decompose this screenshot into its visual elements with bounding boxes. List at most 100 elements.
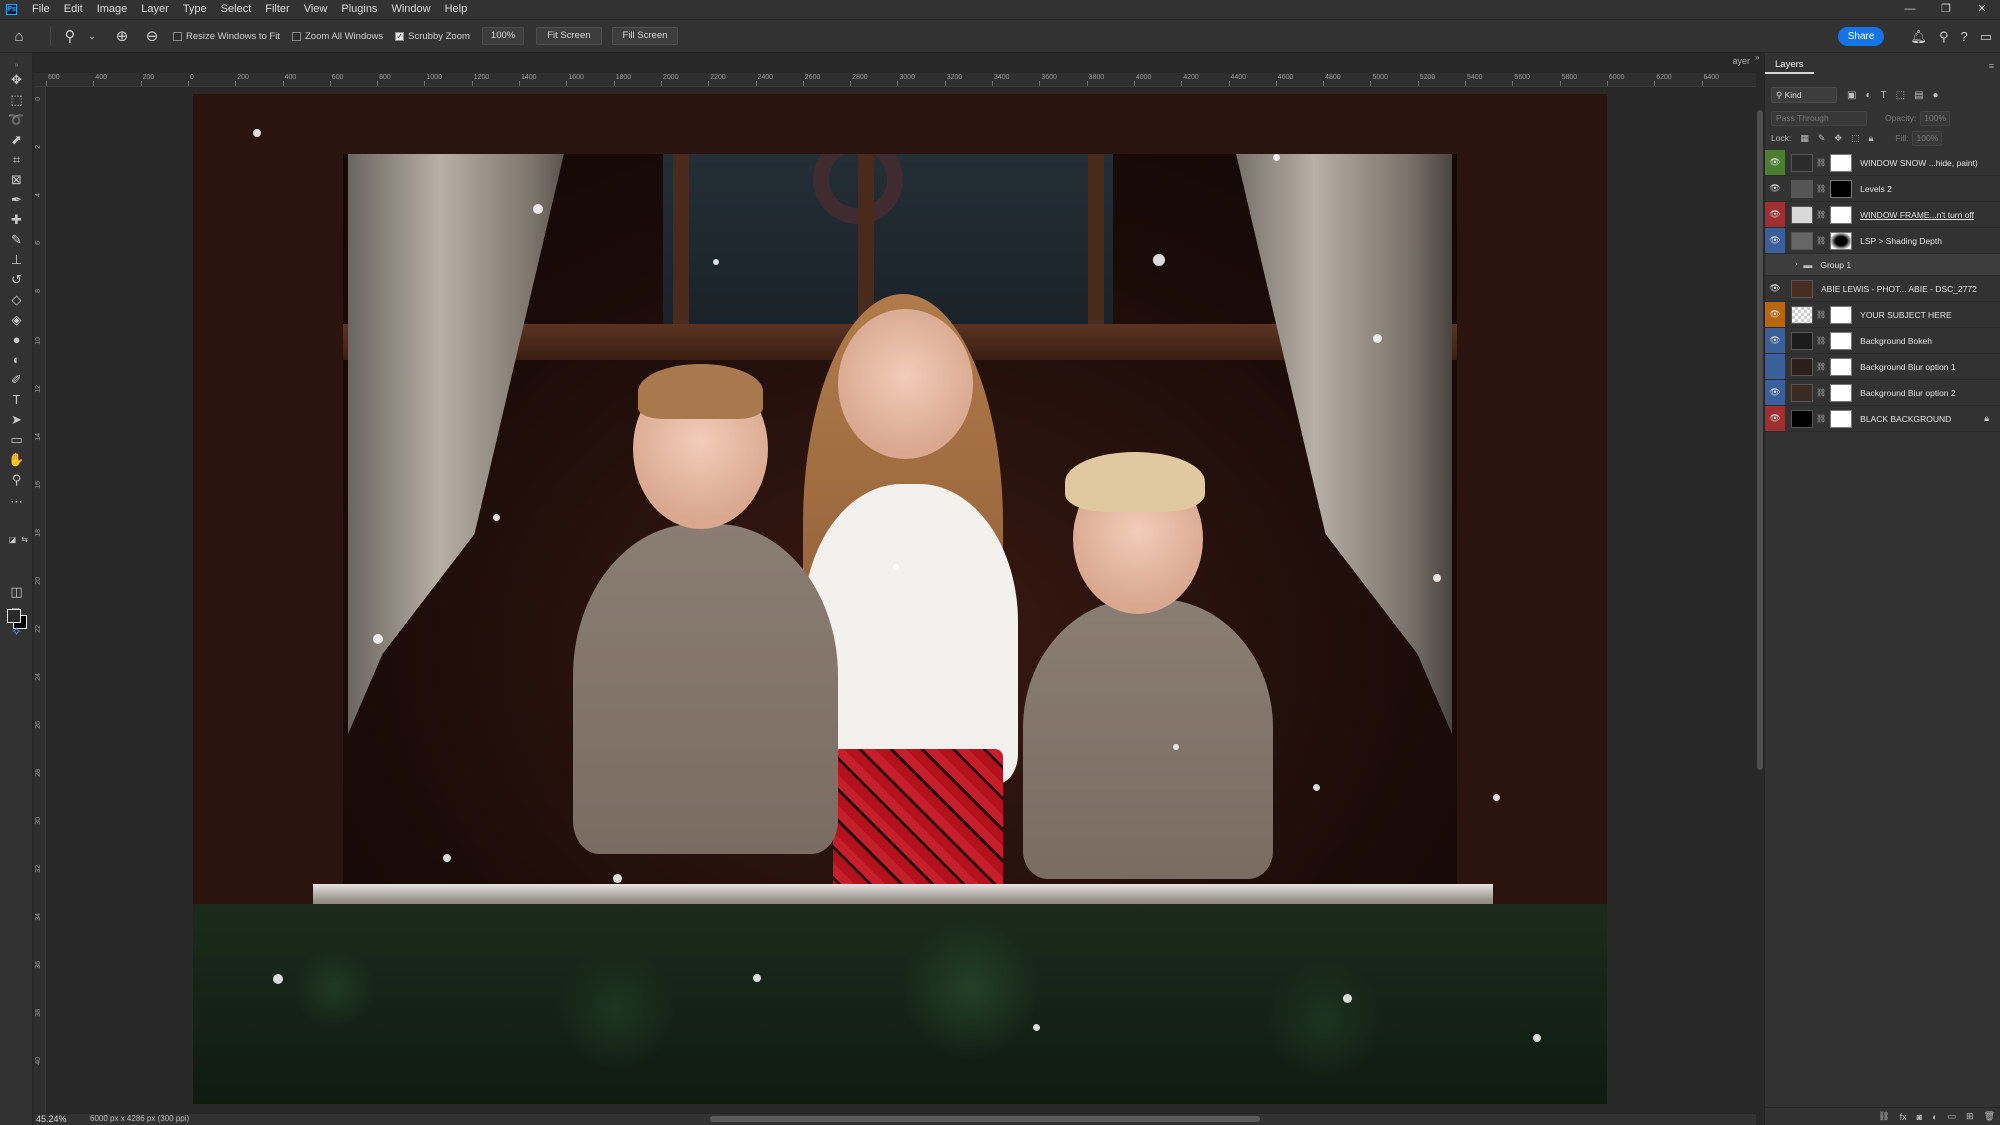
eye-icon[interactable]: 👁︎ <box>1769 235 1780 246</box>
pen-tool-icon[interactable]: ✐ <box>6 371 27 389</box>
mask-link-icon[interactable]: ⛓ <box>1816 236 1826 245</box>
frame-tool-icon[interactable]: ⊠ <box>6 171 27 189</box>
new-layer-icon[interactable]: ⊞ <box>1966 1111 1974 1122</box>
layer-row[interactable]: 👁︎ ⛓ Background Bokeh <box>1765 328 2000 354</box>
close-button[interactable]: ✕ <box>1964 0 2000 19</box>
layer-row[interactable]: 👁︎ ⛓ BLACK BACKGROUND 🔒︎ <box>1765 406 2000 432</box>
object-select-tool-icon[interactable]: ⬈ <box>6 131 27 149</box>
eyedropper-tool-icon[interactable]: ✒ <box>6 191 27 209</box>
opacity-field[interactable]: 100% <box>1920 110 1951 126</box>
layer-thumbnail[interactable] <box>1791 179 1813 198</box>
restore-button[interactable]: ❐ <box>1928 0 1964 19</box>
layer-mask-thumbnail[interactable] <box>1830 179 1853 198</box>
menu-image[interactable]: Image <box>90 0 135 19</box>
layer-row[interactable]: ⛓ Background Blur option 1 <box>1765 354 2000 380</box>
zoom-tool-icon[interactable]: ⚲ <box>61 27 79 45</box>
zoom-percent-field[interactable]: 100% <box>481 27 525 45</box>
bell-icon[interactable]: 🔔︎ <box>1910 29 1927 45</box>
layer-mask-thumbnail[interactable] <box>1830 409 1853 428</box>
eye-icon[interactable]: 👁︎ <box>1769 309 1780 320</box>
zoom-in-icon[interactable]: ⊕ <box>113 27 131 45</box>
menu-file[interactable]: File <box>25 0 57 19</box>
layer-name[interactable]: Background Blur option 1 <box>1860 362 1955 372</box>
layer-thumbnail[interactable] <box>1791 279 1813 298</box>
move-tool-icon[interactable]: ✥ <box>6 71 27 89</box>
type-tool-icon[interactable]: T <box>6 391 27 409</box>
layer-visibility-toggle[interactable]: 👁︎ <box>1765 328 1785 353</box>
mask-link-icon[interactable]: ⛓ <box>1816 414 1826 423</box>
eye-icon[interactable]: 👁︎ <box>1769 157 1780 168</box>
layer-visibility-toggle[interactable]: 👁︎ <box>1765 276 1785 301</box>
menu-select[interactable]: Select <box>214 0 259 19</box>
layer-row[interactable]: 👁︎ ⛓ LSP > Shading Depth <box>1765 228 2000 254</box>
filter-toggle-icon[interactable]: ● <box>1933 90 1939 101</box>
shape-filter-icon[interactable]: ⬚ <box>1896 90 1905 101</box>
path-selection-tool-icon[interactable]: ➤ <box>6 411 27 429</box>
layer-style-icon[interactable]: fx <box>1900 1112 1907 1122</box>
resize-windows-checkbox[interactable]: Resize Windows to Fit <box>173 31 280 42</box>
layer-row[interactable]: 👁︎ ⛓ Levels 2 <box>1765 176 2000 202</box>
lock-position-icon[interactable]: ✥ <box>1834 133 1842 144</box>
layer-thumbnail[interactable] <box>1791 153 1813 172</box>
adjustment-filter-icon[interactable]: ◐ <box>1865 90 1871 101</box>
layer-name[interactable]: Levels 2 <box>1860 184 1892 194</box>
eye-icon[interactable]: 👁︎ <box>1769 209 1780 220</box>
layer-row[interactable]: 👁︎ ABIE LEWIS - PHOT... ABIE - DSC_2772 <box>1765 276 2000 302</box>
search-icon[interactable]: ⚲ <box>1939 29 1949 45</box>
layer-visibility-toggle[interactable]: 👁︎ <box>1765 202 1785 227</box>
layer-mask-thumbnail[interactable] <box>1830 153 1853 172</box>
layer-name[interactable]: Background Blur option 2 <box>1860 388 1955 398</box>
layer-row[interactable]: 👁︎ ⛓ YOUR SUBJECT HERE <box>1765 302 2000 328</box>
layer-visibility-toggle[interactable] <box>1765 254 1785 275</box>
horizontal-scrollbar[interactable] <box>710 1116 1260 1122</box>
smart-object-filter-icon[interactable]: ▤ <box>1914 90 1923 101</box>
menu-window[interactable]: Window <box>384 0 437 19</box>
edit-toolbar-icon[interactable]: ⋯ <box>6 493 27 511</box>
mask-link-icon[interactable]: ⛓ <box>1816 210 1826 219</box>
new-group-icon[interactable]: ▭ <box>1948 1111 1957 1122</box>
lock-all-icon[interactable]: 🔒︎ <box>1868 133 1873 144</box>
zoom-out-icon[interactable]: ⊖ <box>143 27 161 45</box>
new-adjustment-icon[interactable]: ◐ <box>1932 1112 1937 1122</box>
layer-visibility-toggle[interactable]: 👁︎ <box>1765 302 1785 327</box>
quick-mask-icon[interactable]: ◫ <box>6 583 27 601</box>
menu-plugins[interactable]: Plugins <box>334 0 384 19</box>
layer-row[interactable]: › ▬ Group 1 <box>1765 254 2000 276</box>
vertical-ruler[interactable]: 0 2 4 6 8 10 12 14 16 18 20 22 24 26 28 30 32 34 36 38 40 <box>34 87 46 1113</box>
link-layers-icon[interactable]: ⛓ <box>1878 1111 1889 1122</box>
layer-thumbnail[interactable] <box>1791 357 1813 376</box>
eye-icon[interactable]: 👁︎ <box>1769 335 1780 346</box>
type-filter-icon[interactable]: T <box>1881 90 1887 101</box>
layer-thumbnail[interactable] <box>1791 331 1813 350</box>
add-mask-icon[interactable]: ◙ <box>1917 1112 1922 1122</box>
layer-mask-thumbnail[interactable] <box>1830 231 1853 250</box>
layer-visibility-toggle[interactable]: 👁︎ <box>1765 228 1785 253</box>
fit-screen-button[interactable]: Fit Screen <box>536 27 602 45</box>
layer-row[interactable]: 👁︎ ⛓ WINDOW SNOW ...hide, paint) <box>1765 150 2000 176</box>
layer-thumbnail[interactable] <box>1791 409 1813 428</box>
layer-name[interactable]: Background Bokeh <box>1860 336 1932 346</box>
layer-name[interactable]: ABIE LEWIS - PHOT... ABIE - DSC_2772 <box>1821 284 1977 294</box>
layer-thumbnail[interactable] <box>1791 305 1813 324</box>
document-info[interactable]: 6000 px x 4286 px (300 ppi) <box>90 1113 189 1125</box>
generative-tool-icon[interactable]: ✧ <box>6 623 27 641</box>
tool-preset-chevron-icon[interactable]: ⌄ <box>83 31 101 42</box>
layer-name[interactable]: Group 1 <box>1820 260 1851 270</box>
eye-icon[interactable]: 👁︎ <box>1769 413 1780 424</box>
marquee-tool-icon[interactable]: ⬚ <box>6 91 27 109</box>
eye-icon[interactable]: 👁︎ <box>1769 183 1780 194</box>
kind-filter-select[interactable]: ⚲ Kind <box>1771 87 1837 103</box>
layer-thumbnail[interactable] <box>1791 383 1813 402</box>
zoom-tool-sidebar-icon[interactable]: ⚲ <box>6 471 27 489</box>
layer-visibility-toggle[interactable]: 👁︎ <box>1765 176 1785 201</box>
layer-mask-thumbnail[interactable] <box>1830 331 1853 350</box>
blur-tool-icon[interactable]: ● <box>6 331 27 349</box>
layer-name[interactable]: WINDOW FRAME...n't turn off <box>1860 210 1974 220</box>
panel-menu-icon[interactable]: ≡ <box>1989 61 1994 71</box>
document-tab-label[interactable]: ayer <box>1732 56 1750 66</box>
layer-row[interactable]: 👁︎ ⛓ Background Blur option 2 <box>1765 380 2000 406</box>
layer-name[interactable]: YOUR SUBJECT HERE <box>1860 310 1951 320</box>
checkbox-box[interactable] <box>291 31 301 41</box>
layer-thumbnail[interactable] <box>1791 205 1813 224</box>
layers-tab[interactable]: Layers <box>1765 58 1814 74</box>
